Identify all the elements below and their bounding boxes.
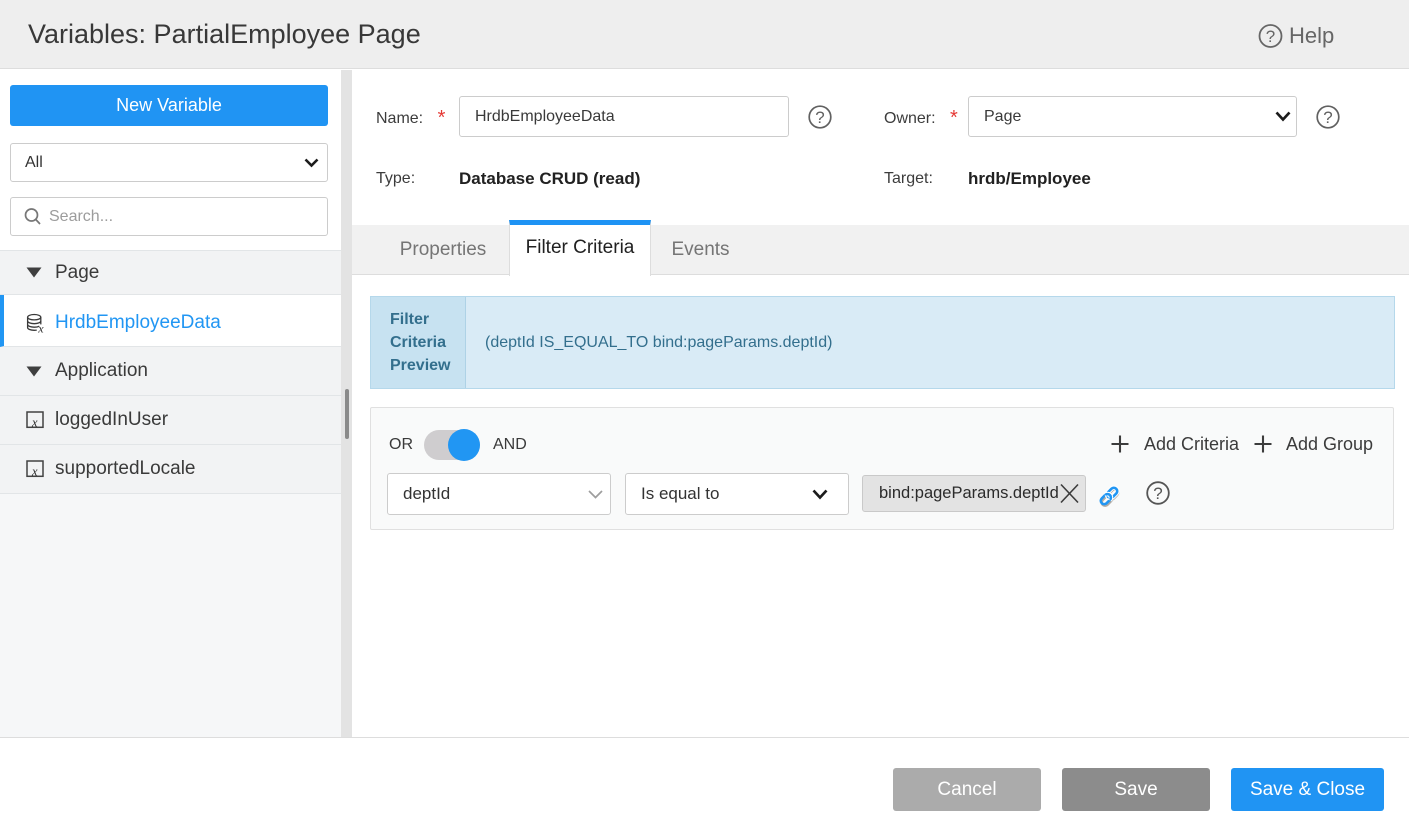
svg-text:x: x [31, 464, 38, 478]
svg-text:?: ? [1153, 484, 1162, 503]
svg-text:?: ? [1266, 27, 1275, 46]
svg-text:x: x [31, 415, 38, 429]
svg-text:?: ? [1323, 108, 1332, 127]
svg-text:x: x [37, 321, 44, 333]
svg-text:?: ? [815, 108, 824, 127]
